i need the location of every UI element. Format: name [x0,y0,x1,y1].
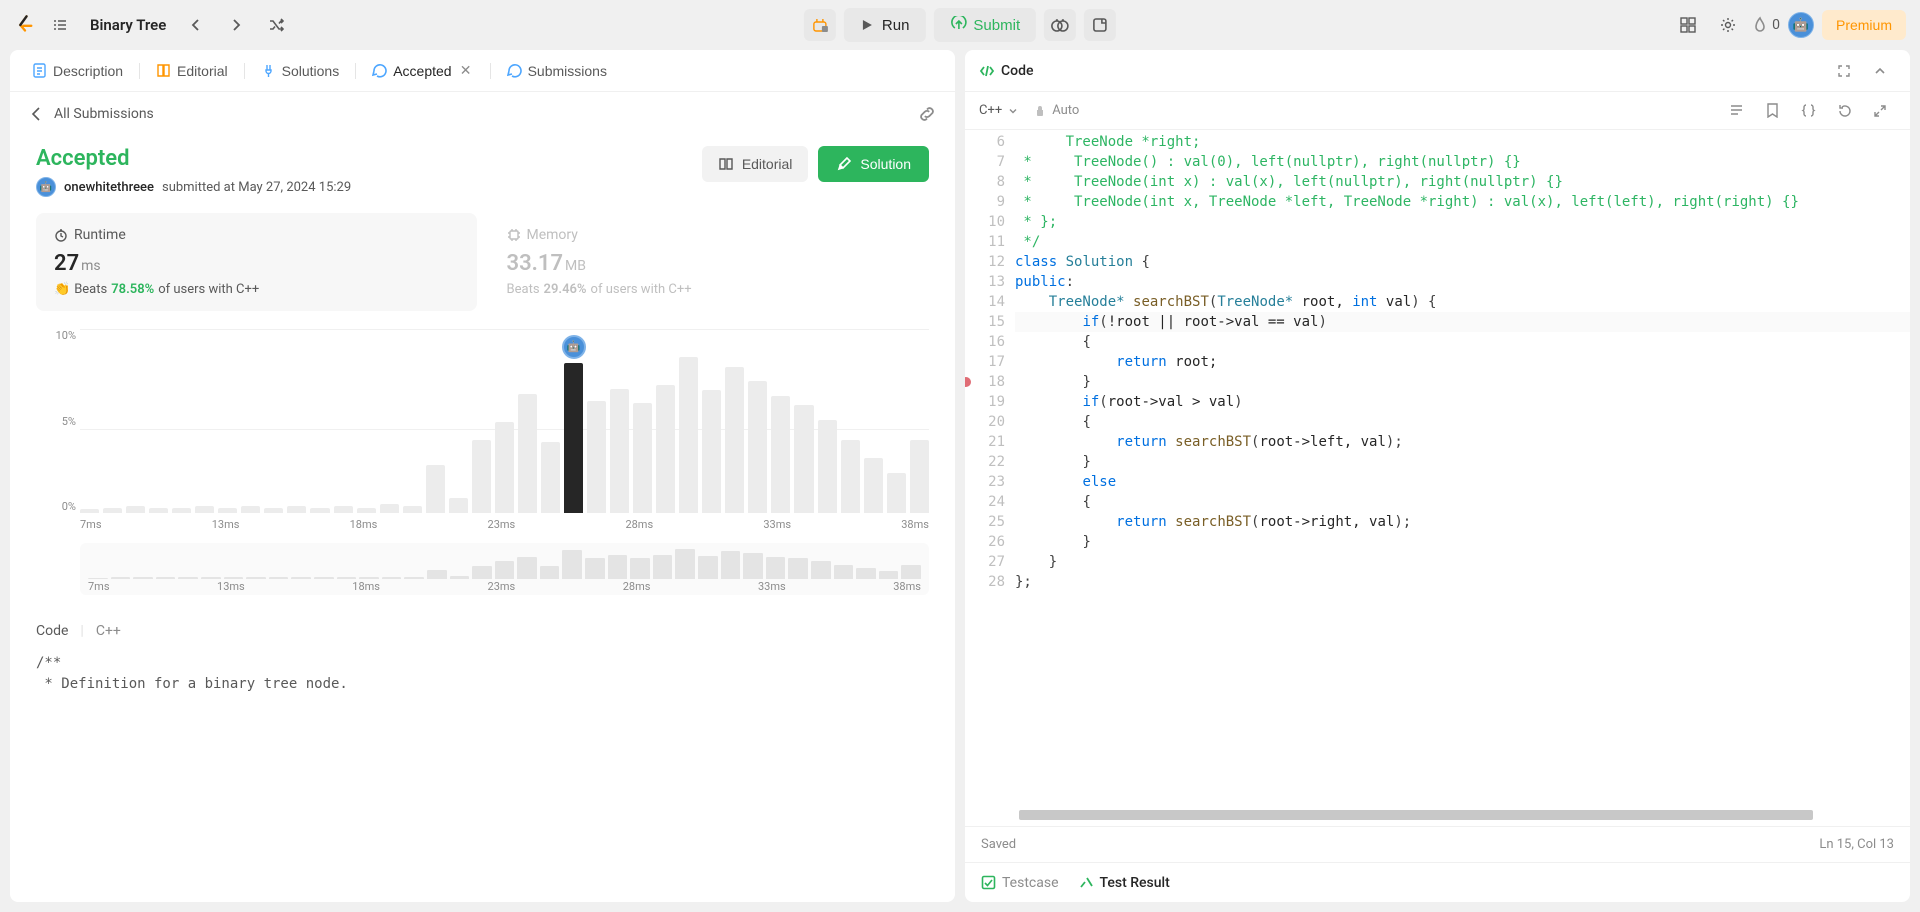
chart-bar[interactable] [449,498,468,513]
fullscreen-icon[interactable] [1828,55,1860,87]
problem-list-icon[interactable] [44,9,76,41]
tab-solutions[interactable]: Solutions [251,50,350,92]
leetcode-logo[interactable] [14,14,36,36]
tab-accepted[interactable]: Accepted✕ [362,50,483,92]
chart-bar[interactable] [771,396,790,513]
chart-bar[interactable] [172,508,191,513]
streak-counter[interactable]: 0 [1752,16,1780,34]
chart-bar[interactable] [472,440,491,513]
code-section-lang: C++ [96,623,121,639]
chart-bar[interactable] [126,506,145,513]
chart-bar[interactable] [426,465,445,513]
chart-bar[interactable] [380,504,399,513]
run-button[interactable]: Run [844,8,926,42]
chart-bar[interactable] [80,509,99,513]
shuffle-icon[interactable] [260,9,292,41]
test-result-tab[interactable]: Test Result [1079,875,1170,891]
editorial-button[interactable]: Editorial [702,146,809,182]
tab-description[interactable]: Description [22,50,133,92]
settings-icon[interactable] [1712,9,1744,41]
chart-bar[interactable] [357,508,376,513]
chart-bar[interactable] [264,508,283,513]
chart-bar[interactable] [610,389,629,513]
user-avatar[interactable]: 🤖 [1788,12,1814,38]
chart-bar[interactable] [518,394,537,513]
chart-bar[interactable] [841,440,860,513]
tab-editorial[interactable]: Editorial [146,50,238,92]
chart-bar[interactable] [403,506,422,513]
chart-bar[interactable] [218,508,237,513]
chart-bar[interactable] [656,385,675,513]
chart-bar[interactable] [864,458,883,513]
chart-bar[interactable] [887,473,906,513]
code-tab[interactable]: Code [979,63,1033,79]
horizontal-scrollbar[interactable] [965,810,1910,822]
chart-bar[interactable] [149,508,168,513]
right-panel: Code C++ Auto 67891011121314151617181920… [965,50,1910,902]
back-to-submissions[interactable]: All Submissions [28,106,154,122]
chart-bar[interactable] [725,367,744,513]
prev-problem-icon[interactable] [180,9,212,41]
result-status: Accepted [36,146,351,171]
code-section-label: Code [36,623,68,639]
chart-bar[interactable] [818,420,837,513]
bookmark-icon[interactable] [1756,95,1788,127]
chart-bar[interactable]: 🤖 [564,363,583,513]
testcase-tab[interactable]: Testcase [981,875,1059,891]
chart-bar[interactable] [195,506,214,513]
code-preview: /** * Definition for a binary tree node. [36,653,929,695]
chart-bar[interactable] [633,403,652,513]
chart-bar[interactable] [310,508,329,513]
runtime-card[interactable]: Runtime 27ms 👏Beats 78.58% of users with… [36,213,477,311]
chart-bar[interactable] [702,390,721,513]
chart-bar[interactable] [587,401,606,513]
runtime-distribution-chart[interactable]: 10%5%0% 🤖 7ms13ms18ms23ms28ms33ms38ms 7m… [36,329,929,595]
solution-button[interactable]: Solution [818,146,929,182]
username[interactable]: onewhitethreee [64,180,154,195]
chart-bar[interactable] [241,506,260,513]
debug-icon[interactable] [804,9,836,41]
submit-button[interactable]: Submit [933,8,1036,42]
submitted-time: submitted at May 27, 2024 15:29 [162,180,351,195]
chart-bar[interactable] [541,442,560,513]
tab-submissions[interactable]: Submissions [497,50,617,92]
memory-card[interactable]: Memory 33.17MB Beats 29.46% of users wit… [489,213,930,311]
left-panel: Description Editorial Solutions Accepted… [10,50,955,902]
chart-bar[interactable] [794,405,813,513]
problem-title[interactable]: Binary Tree [90,16,166,34]
code-editor[interactable]: 6789101112131415161718192021222324252627… [965,130,1910,798]
auto-label: Auto [1034,103,1079,118]
cursor-position: Ln 15, Col 13 [1819,837,1894,852]
notes-icon[interactable] [1084,9,1116,41]
format-icon[interactable] [1720,95,1752,127]
chart-bar[interactable] [679,357,698,513]
braces-icon[interactable] [1792,95,1824,127]
chart-bar[interactable] [748,381,767,513]
expand-icon[interactable] [1864,95,1896,127]
collapse-icon[interactable] [1864,55,1896,87]
chart-bar[interactable] [287,506,306,513]
next-problem-icon[interactable] [220,9,252,41]
left-tab-bar: Description Editorial Solutions Accepted… [10,50,955,92]
reset-icon[interactable] [1828,95,1860,127]
top-bar: Binary Tree Run Submit 0 🤖 Premium [0,0,1920,50]
timer-icon[interactable] [1044,9,1076,41]
share-link-icon[interactable] [917,104,937,124]
layout-icon[interactable] [1672,9,1704,41]
overview-chart[interactable]: 7ms13ms18ms23ms28ms33ms38ms [80,543,929,595]
close-icon[interactable]: ✕ [458,63,474,79]
save-status: Saved [981,837,1016,852]
submitter-info: 🤖 onewhitethreee submitted at May 27, 20… [36,177,351,197]
chart-bar[interactable] [495,422,514,514]
chart-bar[interactable] [910,440,929,513]
chart-bar[interactable] [103,508,122,513]
language-selector[interactable]: C++ [979,103,1018,118]
chart-bar[interactable] [334,506,353,513]
premium-button[interactable]: Premium [1822,10,1906,40]
